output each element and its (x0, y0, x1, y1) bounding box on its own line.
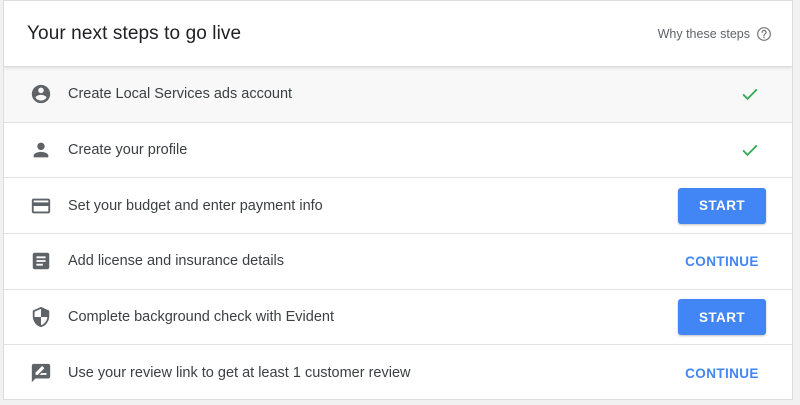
credit-card-icon (30, 195, 52, 217)
steps-list: Create Local Services ads account Create… (4, 67, 792, 399)
step-action (672, 83, 772, 105)
start-button[interactable]: START (678, 299, 766, 336)
why-these-steps-label: Why these steps (657, 26, 750, 41)
person-icon (30, 139, 52, 161)
account-circle-icon (30, 83, 52, 105)
card-header: Your next steps to go live Why these ste… (4, 1, 792, 67)
step-review-link: Use your review link to get at least 1 c… (4, 345, 792, 399)
start-button[interactable]: START (678, 187, 766, 224)
page-title: Your next steps to go live (27, 22, 242, 44)
continue-button[interactable]: CONTINUE (672, 355, 772, 391)
step-label: Set your budget and enter payment info (68, 197, 323, 214)
step-label: Create Local Services ads account (68, 86, 293, 103)
step-label: Create your profile (68, 142, 188, 159)
step-license-insurance: Add license and insurance details CONTIN… (4, 234, 792, 290)
step-label: Add license and insurance details (68, 253, 285, 270)
step-label: Complete background check with Evident (68, 309, 334, 326)
step-create-account[interactable]: Create Local Services ads account (4, 67, 792, 123)
step-action: CONTINUE (672, 243, 772, 279)
step-budget-payment: Set your budget and enter payment info S… (4, 178, 792, 235)
step-action: START (672, 299, 772, 336)
why-these-steps-link[interactable]: Why these steps (658, 26, 772, 42)
step-action: START (672, 187, 772, 224)
step-action (672, 139, 772, 161)
check-icon (739, 83, 761, 105)
next-steps-card: Your next steps to go live Why these ste… (3, 0, 793, 400)
step-label: Use your review link to get at least 1 c… (68, 365, 411, 382)
check-icon (739, 139, 761, 161)
step-background-check: Complete background check with Evident S… (4, 290, 792, 346)
shield-icon (30, 306, 52, 328)
rate-review-icon (30, 362, 52, 384)
step-create-profile[interactable]: Create your profile (4, 123, 792, 179)
continue-button[interactable]: CONTINUE (672, 243, 772, 279)
help-circle-icon (756, 26, 772, 42)
document-icon (30, 250, 52, 272)
step-action: CONTINUE (672, 355, 772, 391)
